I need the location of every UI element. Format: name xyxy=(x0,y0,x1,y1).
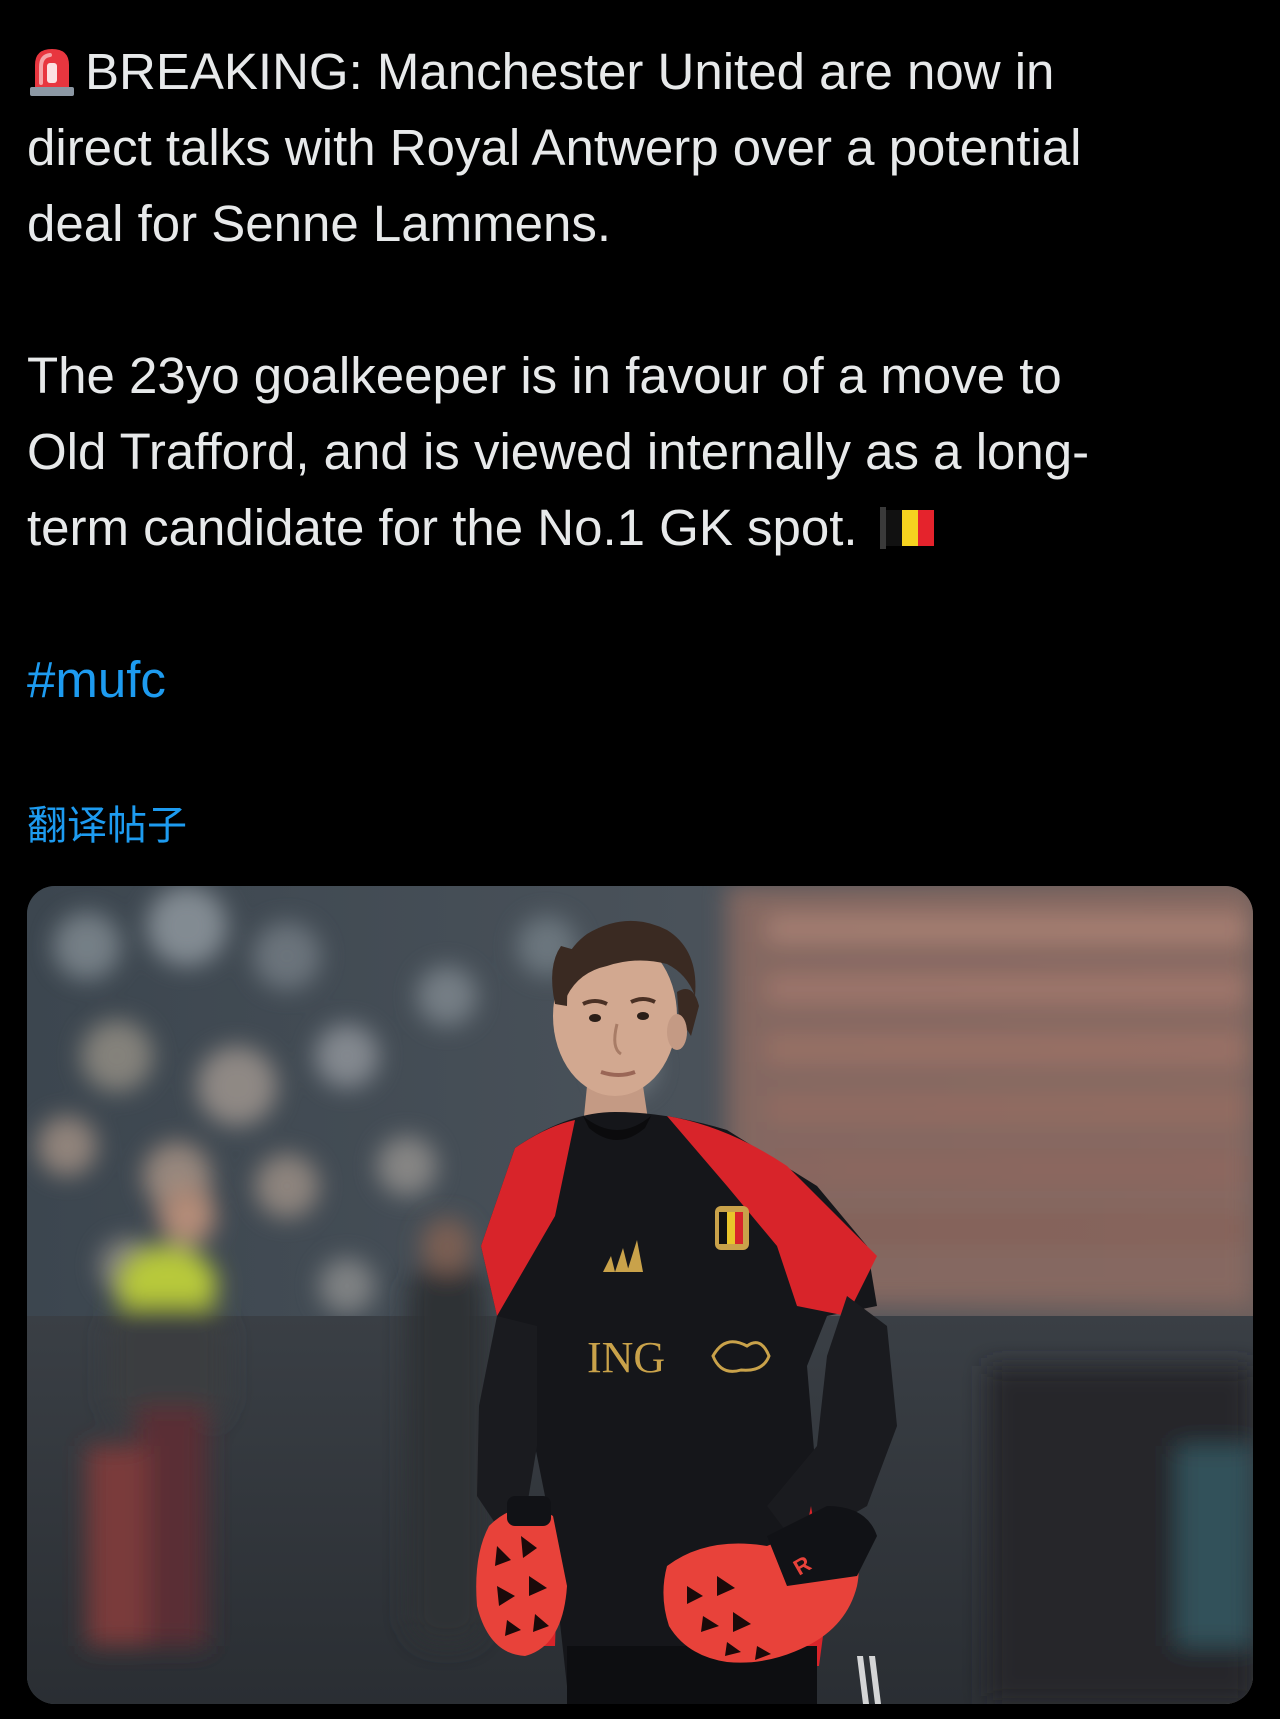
goalkeeper-photo: ING R xyxy=(27,886,1253,1704)
tweet-text-segment: BREAKING: Manchester United are now in xyxy=(85,43,1055,100)
shirt-sponsor-text: ING xyxy=(587,1333,665,1382)
translate-post-button[interactable]: 翻译帖子 xyxy=(27,798,187,854)
hashtag-link[interactable]: #mufc xyxy=(27,642,166,718)
tweet-text: BREAKING: Manchester United are now in d… xyxy=(27,34,1257,566)
belgium-flag-icon xyxy=(879,507,934,549)
tweet-text-line: term candidate for the No.1 GK spot. xyxy=(27,490,1257,566)
tweet-text-line: deal for Senne Lammens. xyxy=(27,195,612,252)
tweet-text-line: direct talks with Royal Antwerp over a p… xyxy=(27,119,1082,176)
tweet-text-segment: term candidate for the No.1 GK spot. xyxy=(27,499,858,556)
tweet-text-line: BREAKING: Manchester United are now in xyxy=(27,34,1257,110)
tweet-text-line: The 23yo goalkeeper is in favour of a mo… xyxy=(27,347,1062,404)
tweet-media-photo[interactable]: ING R xyxy=(27,886,1253,1704)
rotating-light-icon xyxy=(30,49,74,96)
tweet: BREAKING: Manchester United are now in d… xyxy=(0,0,1280,1719)
tweet-text-line: Old Trafford, and is viewed internally a… xyxy=(27,423,1090,480)
